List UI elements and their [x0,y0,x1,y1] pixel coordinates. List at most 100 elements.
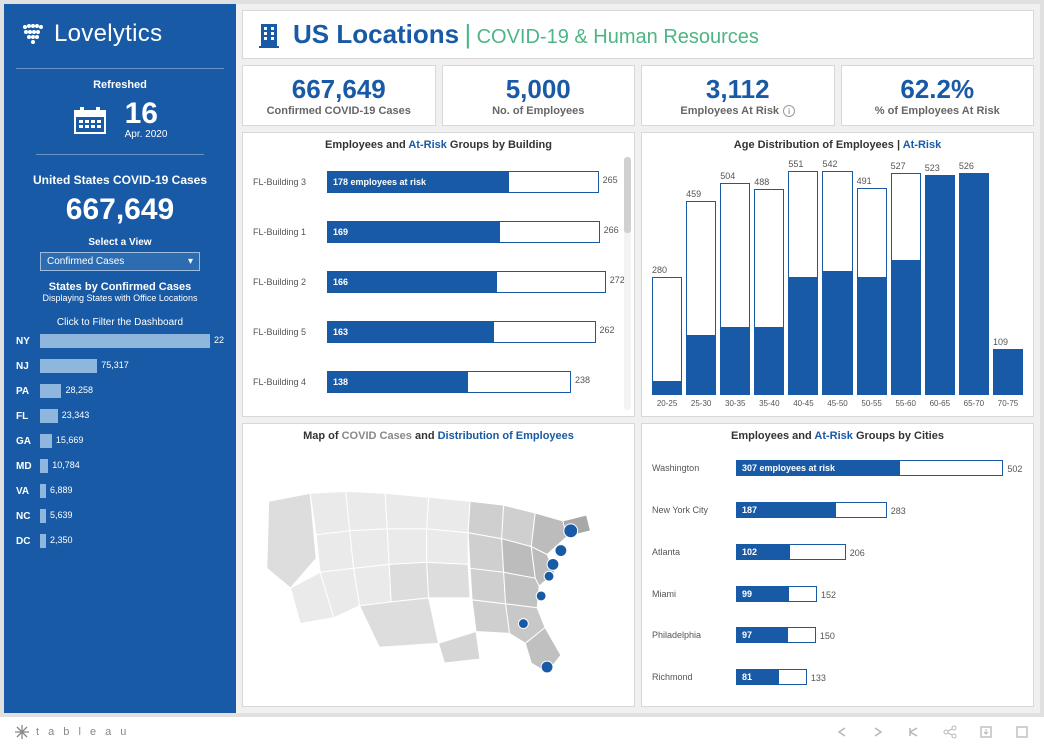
state-row-dc[interactable]: DC2,350 [16,534,224,548]
bar-category: Miami [652,589,730,599]
redo-icon[interactable] [870,724,886,740]
footer: t a b l e a u [0,717,1044,747]
state-code: DC [16,536,40,547]
cases-heading: United States COVID-19 Cases [16,173,224,187]
chart-buildings[interactable]: Employees and At-Risk Groups by Building… [242,132,635,417]
bar-row[interactable]: Miami99152 [652,586,1013,602]
view-select-value: Confirmed Cases [47,256,124,267]
reset-icon[interactable] [906,724,922,740]
bar-category: Philadelphia [652,630,730,640]
age-col[interactable]: 52665-70 [959,159,989,408]
state-row-va[interactable]: VA6,889 [16,484,224,498]
bar-category: FL-Building 4 [253,377,321,387]
info-icon[interactable]: i [783,105,795,117]
kpi-value: 62.2% [846,74,1030,105]
chart-cities[interactable]: Employees and At-Risk Groups by Cities W… [641,423,1034,708]
bar-row[interactable]: Richmond81133 [652,669,1013,685]
state-row-fl[interactable]: FL23,343 [16,409,224,423]
scrollbar[interactable] [624,157,631,410]
age-col[interactable]: 48835-40 [754,159,784,408]
state-row-ga[interactable]: GA15,669 [16,434,224,448]
bar-row[interactable]: New York City187283 [652,502,1013,518]
bar-row[interactable]: FL-Building 2166272 [253,271,614,293]
date-day: 16 [125,99,168,129]
share-icon[interactable] [942,724,958,740]
bar-row[interactable]: Atlanta102206 [652,544,1013,560]
age-col[interactable]: 28020-25 [652,159,682,408]
main-area: US Locations | COVID-19 & Human Resource… [236,4,1040,713]
refresh-date: 16 Apr. 2020 [16,99,224,140]
bar-row[interactable]: FL-Building 5163262 [253,321,614,343]
tableau-logo: t a b l e a u [14,724,129,740]
state-code: NJ [16,361,40,372]
download-icon[interactable] [978,724,994,740]
age-col[interactable]: 55140-45 [788,159,818,408]
chart-cities-title: Employees and At-Risk Groups by Cities [650,430,1025,442]
charts-grid: Employees and At-Risk Groups by Building… [242,132,1034,707]
state-code: GA [16,436,40,447]
bar-category: FL-Building 3 [253,177,321,187]
undo-icon[interactable] [834,724,850,740]
building-icon [255,21,283,49]
chart-map[interactable]: Map of COVID Cases and Distribution of E… [242,423,635,708]
kpi-value: 3,112 [646,74,830,105]
bar-category: New York City [652,505,730,515]
date-month: Apr. 2020 [125,129,168,140]
view-select[interactable]: Confirmed Cases ▾ [40,252,200,271]
kpi-1: 5,000No. of Employees [442,65,636,126]
state-code: MD [16,461,40,472]
logo-icon [20,23,46,45]
select-label: Select a View [16,237,224,248]
cases-value: 667,649 [16,193,224,227]
bar-row[interactable]: Washington307 employees at risk502 [652,460,1013,476]
brand: Lovelytics [20,20,224,48]
state-code: NY [16,336,40,347]
kpi-label: Employees At Risk i [646,105,830,117]
age-col[interactable]: 52755-60 [891,159,921,408]
brand-name: Lovelytics [54,20,162,48]
kpi-row: 667,649Confirmed COVID-19 Cases5,000No. … [242,65,1034,126]
kpi-value: 667,649 [247,74,431,105]
chevron-down-icon: ▾ [188,256,193,267]
kpi-value: 5,000 [447,74,631,105]
kpi-0: 667,649Confirmed COVID-19 Cases [242,65,436,126]
state-code: VA [16,486,40,497]
age-col[interactable]: 10970-75 [993,159,1023,408]
bar-category: Richmond [652,672,730,682]
chart-age[interactable]: Age Distribution of Employees | At-Risk … [641,132,1034,417]
state-code: PA [16,386,40,397]
kpi-2: 3,112Employees At Risk i [641,65,835,126]
bar-row[interactable]: FL-Building 3178 employees at risk265 [253,171,614,193]
page-subtitle: COVID-19 & Human Resources [477,26,759,48]
fullscreen-icon[interactable] [1014,724,1030,740]
kpi-label: Confirmed COVID-19 Cases [247,105,431,117]
chart-age-title: Age Distribution of Employees | At-Risk [650,139,1025,151]
title-panel: US Locations | COVID-19 & Human Resource… [242,10,1034,59]
kpi-label: No. of Employees [447,105,631,117]
bar-category: FL-Building 1 [253,227,321,237]
bar-category: FL-Building 2 [253,277,321,287]
age-col[interactable]: 54245-50 [822,159,852,408]
state-row-nc[interactable]: NC5,639 [16,509,224,523]
state-code: NC [16,511,40,522]
chart-map-title: Map of COVID Cases and Distribution of E… [251,430,626,442]
refreshed-label: Refreshed [16,79,224,91]
state-row-pa[interactable]: PA28,258 [16,384,224,398]
bar-row[interactable]: FL-Building 4138238 [253,371,614,393]
age-col[interactable]: 45925-30 [686,159,716,408]
calendar-icon [73,105,107,135]
bar-row[interactable]: Philadelphia97150 [652,627,1013,643]
bar-category: Atlanta [652,547,730,557]
kpi-label: % of Employees At Risk [846,105,1030,117]
age-col[interactable]: 49150-55 [857,159,887,408]
state-row-nj[interactable]: NJ75,317 [16,359,224,373]
state-row-ny[interactable]: NY223,691 [16,334,224,348]
kpi-3: 62.2%% of Employees At Risk [841,65,1035,126]
age-col[interactable]: 50430-35 [720,159,750,408]
age-col[interactable]: 52360-65 [925,159,955,408]
bar-row[interactable]: FL-Building 1169266 [253,221,614,243]
us-map-icon [251,448,626,699]
state-list: NY223,691 NJ75,317 PA28,258 FL23,343 GA15,66… [16,334,224,703]
bar-category: Washington [652,463,730,473]
state-row-md[interactable]: MD10,784 [16,459,224,473]
